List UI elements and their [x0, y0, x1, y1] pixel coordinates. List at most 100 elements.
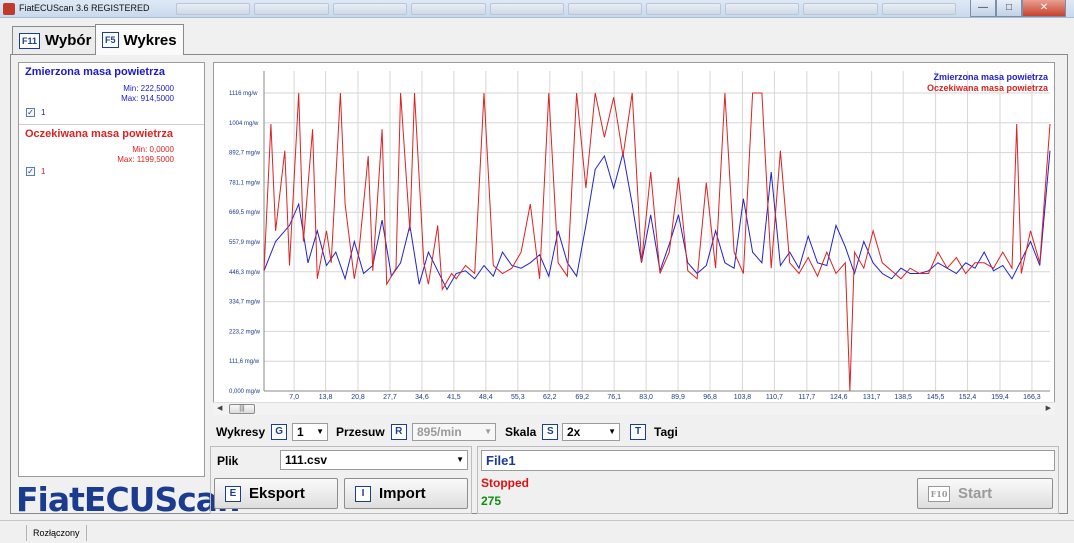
close-icon[interactable]: ✕ [1022, 0, 1066, 17]
series-line-measured [263, 150, 1051, 291]
wykresy-key[interactable]: G [271, 424, 288, 440]
tab-wykres[interactable]: F5 Wykres [95, 24, 184, 55]
skala-key[interactable]: S [542, 424, 559, 440]
przesuw-label: Przesuw [336, 425, 385, 439]
y-tick-label: 446,3 mg/w [229, 270, 261, 276]
wykresy-label: Wykresy [216, 425, 266, 439]
import-button[interactable]: I Import [344, 478, 468, 509]
x-tick-label: 48,4 [479, 394, 493, 401]
start-label: Start [958, 485, 993, 502]
scroll-left-icon[interactable]: ◀ [217, 404, 222, 412]
x-tick-label: 55,3 [511, 394, 525, 401]
x-tick-label: 103,8 [734, 394, 752, 401]
tab-wybor-key: F11 [19, 32, 41, 49]
series-checkbox[interactable]: ✓ [26, 108, 35, 117]
legend-entry: Oczekiwana masa powietrza [927, 83, 1049, 93]
import-label: Import [379, 485, 426, 502]
skala-label: Skala [505, 425, 537, 439]
divider [19, 124, 204, 125]
x-tick-label: 152,4 [959, 394, 977, 401]
tagi-control: T Tagi [630, 423, 678, 441]
scroll-thumb[interactable]: ||| [229, 404, 255, 414]
skala-value: 2x [567, 425, 581, 439]
y-tick-label: 557,9 mg/w [229, 240, 261, 246]
eksport-key: E [225, 485, 241, 502]
y-tick-label: 669,5 mg/w [229, 210, 261, 216]
line-chart: 0,000 mg/w 111,6 mg/w 223,2 mg/w 334,7 mg/w… [229, 71, 1051, 401]
skala-select[interactable]: 2x ▼ [562, 423, 620, 441]
wykresy-value: 1 [297, 425, 304, 439]
app-logo: FiatECUScan [16, 480, 241, 519]
x-tick-label: 13,8 [319, 394, 333, 401]
start-button[interactable]: F10 Start [917, 478, 1053, 509]
x-tick-label: 166,3 [1023, 394, 1041, 401]
status-count: 275 [481, 494, 502, 508]
x-tick-label: 110,7 [766, 394, 783, 401]
tab-wykres-key: F5 [102, 32, 119, 48]
x-tick-label: 83,0 [639, 394, 653, 401]
tagi-key[interactable]: T [630, 424, 646, 440]
przesuw-control: Przesuw R [336, 423, 407, 441]
tab-wybor[interactable]: F11 Wybór [12, 26, 99, 54]
x-tick-label: 89,9 [671, 394, 685, 401]
scroll-right-icon[interactable]: ▶ [1046, 404, 1051, 412]
app-icon [3, 3, 15, 15]
skala-control: Skala S [505, 423, 559, 441]
plik-select[interactable]: 111.csv ▼ [280, 450, 468, 470]
file-name-field[interactable]: File1 [481, 450, 1055, 471]
title-bar: FiatECUScan 3.6 REGISTERED — □ ✕ [0, 0, 1074, 18]
x-tick-label: 69,2 [575, 394, 589, 401]
przesuw-select[interactable]: 895/min ▼ [412, 423, 496, 441]
chart-scrollbar[interactable]: ◀ ||| ▶ [213, 402, 1055, 415]
y-tick-label: 892,7 mg/w [229, 151, 261, 157]
plik-value: 111.csv [285, 453, 328, 467]
eksport-button[interactable]: E Eksport [214, 478, 338, 509]
x-tick-label: 138,5 [894, 394, 912, 401]
series-max: Max: 1199,5000 [117, 155, 174, 164]
y-tick-label: 1116 mg/w [229, 91, 258, 97]
tagi-label: Tagi [654, 425, 678, 439]
wykresy-control: Wykresy G [216, 423, 288, 441]
tab-wykres-label: Wykres [123, 31, 177, 49]
window-controls: — □ ✕ [970, 0, 1066, 17]
y-tick-label: 781,1 mg/w [229, 180, 261, 186]
connection-status: Rozłączony [26, 525, 87, 541]
x-tick-label: 41,5 [447, 394, 461, 401]
x-tick-label: 131,7 [863, 394, 881, 401]
legend-entry: Zmierzona masa powietrza [933, 72, 1049, 82]
x-tick-label: 27,7 [383, 394, 397, 401]
x-tick-label: 20,8 [351, 394, 365, 401]
y-tick-label: 334,7 mg/w [229, 300, 261, 306]
tab-wybor-label: Wybór [45, 32, 92, 49]
x-tick-label: 159,4 [991, 394, 1009, 401]
taskbar-strip [176, 3, 957, 15]
x-tick-label: 124,6 [830, 394, 848, 401]
series-name: Oczekiwana masa powietrza [25, 128, 173, 140]
maximize-icon[interactable]: □ [996, 0, 1022, 17]
x-tick-label: 7,0 [289, 394, 299, 401]
chevron-down-icon: ▼ [484, 427, 492, 436]
series-checkbox-label: 1 [41, 167, 46, 176]
series-checkbox-label: 1 [41, 108, 46, 117]
x-tick-label: 62,2 [543, 394, 557, 401]
series-min: Min: 0,0000 [132, 145, 174, 154]
chevron-down-icon: ▼ [608, 427, 616, 436]
series-checkbox[interactable]: ✓ [26, 167, 35, 176]
wykresy-select[interactable]: 1 ▼ [292, 423, 328, 441]
status-state: Stopped [481, 476, 529, 490]
start-key: F10 [928, 485, 950, 502]
y-tick-label: 111,6 mg/w [229, 359, 260, 365]
window-title: FiatECUScan 3.6 REGISTERED [19, 3, 150, 13]
minimize-icon[interactable]: — [970, 0, 996, 17]
chevron-down-icon: ▼ [456, 455, 464, 464]
series-name: Zmierzona masa powietrza [25, 66, 165, 78]
x-tick-label: 96,8 [703, 394, 717, 401]
plik-label: Plik [217, 454, 239, 468]
import-key: I [355, 485, 371, 502]
x-tick-label: 117,7 [798, 394, 815, 401]
przesuw-key[interactable]: R [390, 424, 407, 440]
eksport-label: Eksport [249, 485, 305, 502]
chevron-down-icon: ▼ [316, 427, 324, 436]
x-tick-label: 145,5 [927, 394, 945, 401]
status-bar: Rozłączony [0, 520, 1074, 543]
